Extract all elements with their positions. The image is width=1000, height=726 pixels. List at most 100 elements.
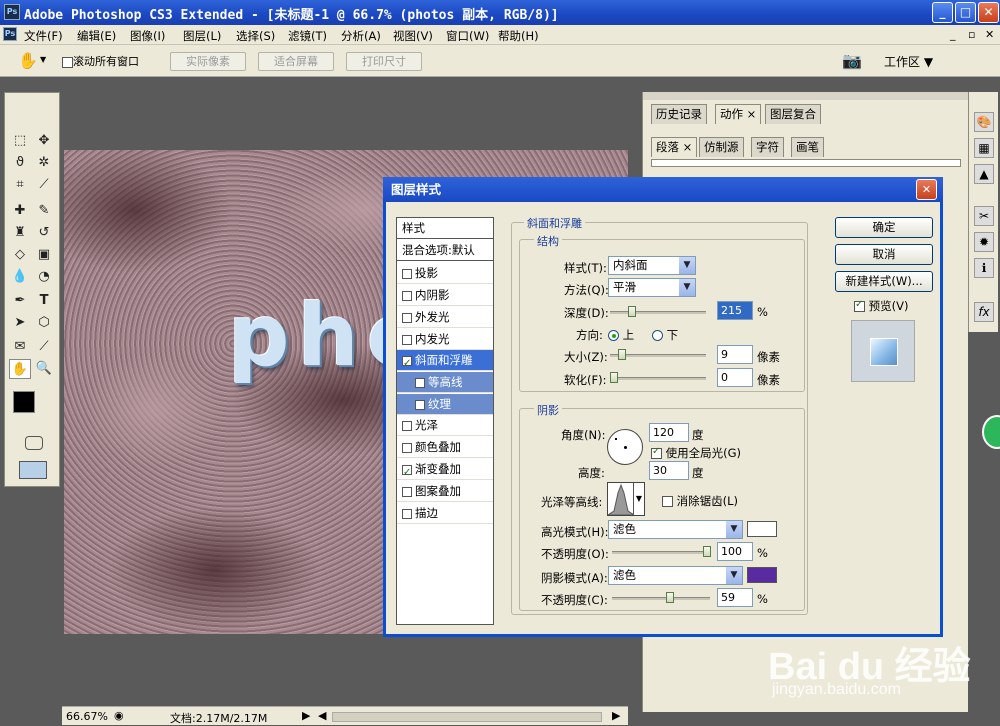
styles-header[interactable]: 样式 bbox=[397, 218, 493, 239]
menu-layer[interactable]: 图层(L) bbox=[183, 28, 221, 44]
swatches-panel-icon[interactable]: ▦ bbox=[974, 138, 994, 158]
shadow-opacity-slider[interactable] bbox=[612, 592, 710, 603]
history-brush-icon[interactable]: ↺ bbox=[33, 223, 55, 243]
style-item-inner-glow[interactable]: 内发光 bbox=[397, 329, 493, 350]
floating-badge[interactable] bbox=[982, 415, 1000, 449]
hand-tool-icon[interactable]: ✋ bbox=[18, 51, 38, 70]
horizontal-scrollbar[interactable] bbox=[332, 712, 602, 722]
shadow-opacity-input[interactable]: 59 bbox=[717, 588, 753, 607]
tab-history[interactable]: 历史记录 bbox=[651, 104, 707, 124]
style-item-color-overlay[interactable]: 颜色叠加 bbox=[397, 437, 493, 458]
altitude-input[interactable]: 30 bbox=[649, 461, 689, 480]
highlight-opacity-slider[interactable] bbox=[612, 546, 711, 557]
style-item-outer-glow[interactable]: 外发光 bbox=[397, 307, 493, 328]
checkbox[interactable] bbox=[415, 377, 425, 388]
bevel-style-select[interactable]: 内斜面 ▼ bbox=[608, 256, 696, 275]
checkbox[interactable] bbox=[402, 312, 412, 323]
menu-file[interactable]: 文件(F) bbox=[24, 28, 63, 44]
shadow-opacity-thumb[interactable] bbox=[666, 592, 674, 603]
notes-tool-icon[interactable]: ✉ bbox=[9, 337, 31, 357]
highlight-opacity-thumb[interactable] bbox=[703, 546, 711, 557]
tool-preset-dropdown[interactable]: ▼ bbox=[40, 55, 46, 64]
brush-tool-icon[interactable]: ✎ bbox=[33, 201, 55, 221]
menu-view[interactable]: 视图(V) bbox=[393, 28, 433, 44]
depth-slider-thumb[interactable] bbox=[628, 306, 636, 317]
marquee-tool-icon[interactable]: ⬚ bbox=[9, 131, 31, 151]
style-item-contour[interactable]: 等高线 bbox=[397, 372, 493, 393]
ok-button[interactable]: 确定 bbox=[835, 217, 933, 238]
technique-select[interactable]: 平滑 ▼ bbox=[608, 278, 696, 297]
blend-options-item[interactable]: 混合选项:默认 bbox=[397, 240, 493, 261]
doc-restore-button[interactable]: ▫ bbox=[968, 28, 975, 41]
menu-image[interactable]: 图像(I) bbox=[130, 28, 165, 44]
checkbox[interactable] bbox=[662, 496, 673, 507]
highlight-opacity-input[interactable]: 100 bbox=[717, 542, 753, 561]
soften-slider-thumb[interactable] bbox=[610, 372, 618, 383]
preview-checkbox[interactable]: 预览(V) bbox=[854, 298, 909, 314]
radio[interactable] bbox=[608, 330, 619, 341]
angle-input[interactable]: 120 bbox=[649, 423, 689, 442]
tab-brushes[interactable]: 画笔 bbox=[791, 137, 824, 157]
workspace-button[interactable]: 工作区 ▼ bbox=[884, 53, 933, 70]
checkbox[interactable] bbox=[402, 508, 412, 519]
menu-edit[interactable]: 编辑(E) bbox=[77, 28, 116, 44]
checkbox[interactable] bbox=[402, 290, 412, 301]
checkbox[interactable] bbox=[854, 299, 865, 312]
global-light-checkbox[interactable]: 使用全局光(G) bbox=[651, 445, 741, 461]
minimize-button[interactable]: _ bbox=[932, 2, 953, 23]
scroll-left-icon[interactable]: ◀ bbox=[318, 709, 326, 722]
style-item-drop-shadow[interactable]: 投影 bbox=[397, 263, 493, 284]
tab-actions[interactable]: 动作 × bbox=[715, 104, 762, 124]
eyedropper-icon[interactable]: ⟋ bbox=[33, 175, 55, 195]
tab-clone-source[interactable]: 仿制源 bbox=[699, 137, 744, 157]
new-style-button[interactable]: 新建样式(W)... bbox=[835, 271, 933, 292]
cancel-button[interactable]: 取消 bbox=[835, 244, 933, 265]
move-tool-icon[interactable]: ✥ bbox=[33, 131, 55, 151]
shadow-mode-select[interactable]: 滤色 ▼ bbox=[608, 566, 743, 585]
radio[interactable] bbox=[652, 330, 663, 341]
tab-character[interactable]: 字符 bbox=[751, 137, 784, 157]
healing-brush-icon[interactable]: ✚ bbox=[9, 201, 31, 221]
checkbox[interactable] bbox=[402, 334, 412, 345]
style-item-pattern-overlay[interactable]: 图案叠加 bbox=[397, 481, 493, 502]
tools-preset-icon[interactable]: ✂ bbox=[974, 206, 994, 226]
hand-tool-icon[interactable]: ✋ bbox=[9, 359, 31, 379]
style-item-inner-shadow[interactable]: 内阴影 bbox=[397, 285, 493, 306]
tab-paragraph[interactable]: 段落 × bbox=[651, 137, 698, 157]
depth-input[interactable]: 215 bbox=[717, 301, 753, 320]
close-button[interactable]: ✕ bbox=[978, 2, 999, 23]
style-item-bevel-emboss[interactable]: 斜面和浮雕 bbox=[397, 350, 493, 374]
soften-input[interactable]: 0 bbox=[717, 368, 753, 387]
dodge-tool-icon[interactable]: ◔ bbox=[33, 267, 55, 287]
checkbox[interactable] bbox=[402, 442, 412, 453]
checkbox[interactable] bbox=[402, 268, 412, 279]
direction-up-radio[interactable]: 上 bbox=[608, 327, 634, 343]
status-arrow-icon[interactable]: ▶ bbox=[302, 709, 310, 722]
screen-mode-icon[interactable] bbox=[19, 461, 47, 479]
menu-filter[interactable]: 滤镜(T) bbox=[288, 28, 327, 44]
zoom-level[interactable]: 66.67% bbox=[66, 710, 108, 723]
blur-tool-icon[interactable]: 💧 bbox=[9, 267, 31, 287]
checkbox[interactable] bbox=[62, 56, 73, 68]
eyedropper-tool-icon[interactable]: ⟋ bbox=[33, 337, 55, 357]
style-item-satin[interactable]: 光泽 bbox=[397, 415, 493, 436]
checkbox[interactable] bbox=[402, 420, 412, 431]
doc-minimize-button[interactable]: _ bbox=[950, 28, 956, 41]
dialog-close-button[interactable]: ✕ bbox=[916, 179, 937, 200]
soften-slider[interactable] bbox=[610, 372, 706, 383]
zoom-tool-icon[interactable]: 🔍 bbox=[33, 359, 55, 379]
shadow-color-swatch[interactable] bbox=[747, 567, 777, 583]
gradient-tool-icon[interactable]: ▣ bbox=[33, 245, 55, 265]
style-item-gradient-overlay[interactable]: 渐变叠加 bbox=[397, 459, 493, 483]
info-panel-icon[interactable]: ℹ bbox=[974, 258, 994, 278]
gloss-contour-picker[interactable]: ▼ bbox=[607, 482, 645, 516]
size-input[interactable]: 9 bbox=[717, 345, 753, 364]
checkbox[interactable] bbox=[402, 463, 412, 483]
lasso-tool-icon[interactable]: ϑ bbox=[9, 153, 31, 173]
status-menu-icon[interactable]: ◉ bbox=[114, 709, 124, 722]
checkbox[interactable] bbox=[402, 486, 412, 497]
scroll-right-icon[interactable]: ▶ bbox=[612, 709, 620, 722]
highlight-color-swatch[interactable] bbox=[747, 521, 777, 537]
style-item-stroke[interactable]: 描边 bbox=[397, 503, 493, 524]
histogram-panel-icon[interactable]: ▲ bbox=[974, 164, 994, 184]
